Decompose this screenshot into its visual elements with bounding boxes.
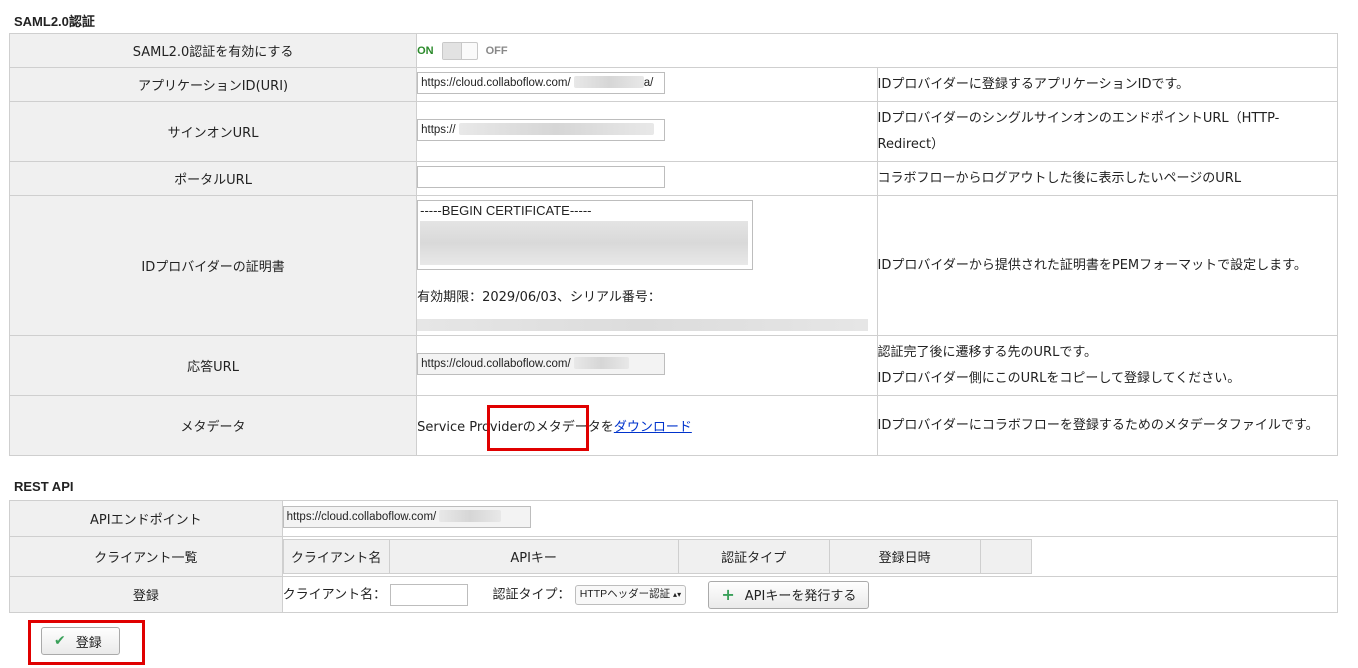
signon-url-cell: https:// [416, 101, 878, 162]
col-registered-at: 登録日時 [828, 539, 981, 574]
response-url-input[interactable]: https://cloud.collaboflow.com/ [417, 352, 666, 375]
auth-type-label: 認証タイプ： [492, 587, 571, 602]
client-list-label: クライアント一覧 [9, 536, 283, 577]
app-id-input[interactable]: https://cloud.collaboflow.com/a/ [417, 71, 666, 94]
response-url-desc-line1: 認証完了後に遷移する先のURLです。 [877, 344, 1098, 360]
response-url-desc: 認証完了後に遷移する先のURLです。 IDプロバイダー側にこのURLをコピーして… [876, 335, 1339, 396]
register-label: 登録 [9, 576, 283, 613]
app-id-value-tail: a/ [643, 76, 654, 89]
portal-url-input[interactable] [417, 165, 666, 188]
response-url-value: https://cloud.collaboflow.com/ [421, 357, 571, 370]
highlight-download [487, 405, 589, 451]
rest-section-title: REST API [14, 479, 74, 494]
portal-url-cell [416, 161, 878, 196]
response-url-desc-line2: IDプロバイダー側にこのURLをコピーして登録してください。 [877, 370, 1241, 386]
api-endpoint-cell: https://cloud.collaboflow.com/ [281, 500, 1339, 537]
certificate-desc: IDプロバイダーから提供された証明書をPEMフォーマットで設定します。 [876, 195, 1339, 336]
metadata-desc: IDプロバイダーにコラボフローを登録するためのメタデータファイルです。 [876, 395, 1339, 456]
col-auth-type: 認証タイプ [677, 539, 830, 574]
col-actions [979, 539, 1032, 574]
signon-url-input[interactable]: https:// [417, 118, 666, 141]
serial-number-redacted [416, 319, 869, 331]
toggle-on-label: ON [417, 44, 434, 57]
metadata-cell: Service Providerのメタデータをダウンロード [416, 395, 878, 456]
portal-url-label: ポータルURL [8, 161, 418, 196]
app-id-cell: https://cloud.collaboflow.com/a/ [416, 67, 878, 102]
issue-api-key-button[interactable]: + APIキーを発行する [708, 580, 870, 609]
col-api-key: APIキー [388, 539, 679, 574]
saml-enable-toggle[interactable] [441, 41, 478, 60]
certificate-value: -----BEGIN CERTIFICATE----- [420, 203, 592, 218]
auth-type-value: HTTPヘッダー認証 [579, 587, 671, 600]
client-name-input[interactable] [390, 583, 469, 606]
app-id-value: https://cloud.collaboflow.com/ [421, 76, 571, 89]
toggle-off-label: OFF [485, 44, 508, 57]
response-url-label: 応答URL [8, 335, 418, 396]
col-client-name: クライアント名 [282, 539, 390, 574]
app-id-label: アプリケーションID(URI) [8, 67, 418, 102]
certificate-validity: 有効期限：2029/06/03、シリアル番号： [417, 290, 661, 305]
saml-section-title: SAML2.0認証 [14, 14, 95, 29]
certificate-textarea[interactable]: -----BEGIN CERTIFICATE----- [417, 200, 754, 270]
api-endpoint-input[interactable]: https://cloud.collaboflow.com/ [282, 505, 531, 528]
plus-icon: + [721, 585, 735, 604]
highlight-submit [28, 620, 145, 665]
saml-settings-table: SAML2.0認証を有効にする ON OFF アプリケーションID(URI) h… [8, 33, 1339, 456]
signon-url-label: サインオンURL [8, 101, 418, 162]
issue-api-key-label: APIキーを発行する [744, 589, 857, 604]
api-endpoint-label: APIエンドポイント [9, 500, 283, 537]
response-url-cell: https://cloud.collaboflow.com/ [416, 335, 878, 396]
certificate-label: IDプロバイダーの証明書 [8, 195, 418, 336]
register-cell: クライアント名： 認証タイプ： HTTPヘッダー認証 ▴▾ + APIキーを発行す… [281, 576, 1339, 613]
api-endpoint-value: https://cloud.collaboflow.com/ [286, 510, 437, 523]
portal-url-desc: コラボフローからログアウトした後に表示したいページのURL [876, 161, 1339, 196]
auth-type-select[interactable]: HTTPヘッダー認証 ▴▾ [574, 584, 687, 605]
saml-enable-cell: ON OFF [416, 33, 1338, 68]
metadata-label: メタデータ [8, 395, 418, 456]
saml-enable-label: SAML2.0認証を有効にする [8, 33, 418, 68]
signon-url-value: https:// [421, 123, 456, 136]
certificate-cell: -----BEGIN CERTIFICATE----- 有効期限：2029/06… [416, 195, 878, 336]
client-name-label: クライアント名： [282, 587, 387, 602]
signon-url-desc: IDプロバイダーのシングルサインオンのエンドポイントURL（HTTP-Redir… [876, 101, 1339, 162]
client-list-cell: クライアント名 APIキー 認証タイプ 登録日時 [281, 536, 1339, 577]
app-id-desc: IDプロバイダーに登録するアプリケーションIDです。 [876, 67, 1339, 102]
client-list-table: クライアント名 APIキー 認証タイプ 登録日時 [282, 539, 1032, 574]
select-arrows-icon: ▴▾ [673, 589, 682, 599]
rest-api-table: APIエンドポイント https://cloud.collaboflow.com… [9, 500, 1339, 613]
metadata-download-link[interactable]: ダウンロード [614, 420, 692, 435]
